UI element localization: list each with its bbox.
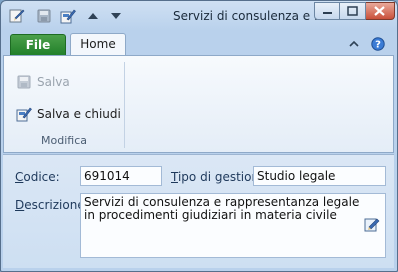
save-button[interactable]: Salva	[16, 72, 70, 92]
app-icon[interactable]	[9, 8, 25, 24]
minimize-icon	[323, 12, 332, 14]
close-icon	[374, 6, 385, 16]
svg-text:?: ?	[375, 40, 381, 51]
collapse-ribbon-icon[interactable]	[347, 37, 361, 51]
detail-form: Codice: 691014 Tipo di gestione: Studio …	[3, 154, 394, 268]
edit-description-icon[interactable]	[364, 217, 380, 233]
management-type-field[interactable]: Studio legale	[253, 166, 386, 186]
save-close-icon	[16, 107, 32, 122]
save-label: Salva	[37, 75, 70, 89]
minimize-button[interactable]	[314, 2, 340, 20]
help-icon[interactable]: ?	[371, 37, 385, 51]
ribbon-tabs: File Home ?	[1, 31, 397, 56]
group-label-modifica: Modifica	[41, 134, 87, 147]
save-and-close-label: Salva e chiudi	[37, 107, 121, 121]
window-title: Servizi di consulenza e ...	[173, 9, 326, 23]
description-field[interactable]: Servizi di consulenza e rappresentanza l…	[80, 193, 386, 258]
ribbon-panel: Salva Salva e chiudi Modifica	[3, 55, 394, 153]
app-window: Servizi di consulenza e ... File Home ?	[0, 0, 398, 272]
arrow-up-icon[interactable]	[85, 8, 101, 24]
save-icon	[17, 75, 31, 89]
tab-file[interactable]: File	[10, 34, 66, 55]
save-and-close-button[interactable]: Salva e chiudi	[16, 104, 121, 124]
close-button[interactable]	[366, 2, 395, 20]
code-label: Codice:	[15, 170, 60, 184]
group-divider	[124, 62, 125, 148]
maximize-button[interactable]	[340, 2, 366, 20]
tab-home[interactable]: Home	[70, 33, 126, 56]
maximize-icon	[347, 6, 358, 16]
save-close-icon[interactable]	[60, 8, 76, 24]
code-field[interactable]: 691014	[80, 166, 162, 186]
arrow-down-icon[interactable]	[108, 8, 124, 24]
description-label: Descrizione:	[15, 198, 89, 212]
save-icon[interactable]	[36, 8, 52, 24]
title-bar: Servizi di consulenza e ...	[1, 1, 397, 31]
